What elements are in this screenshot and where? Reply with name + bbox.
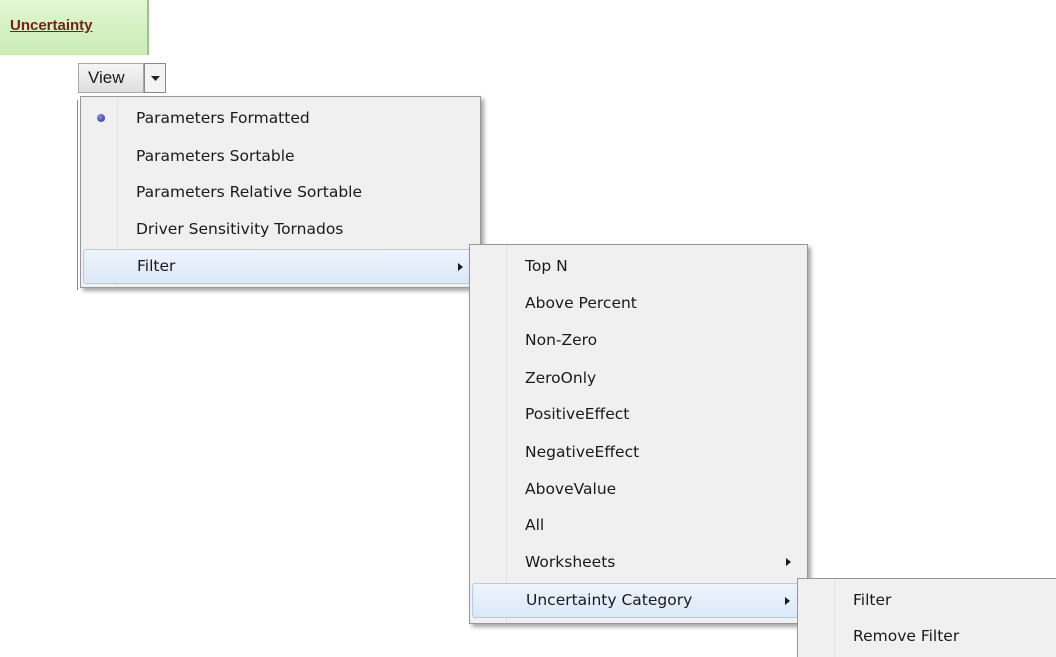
- menu-item-parameters-formatted[interactable]: Parameters Formatted: [83, 101, 478, 136]
- radio-selected-icon: [97, 114, 105, 122]
- menu-item-all[interactable]: All: [472, 508, 805, 543]
- filter-submenu: Top N Above Percent Non-Zero ZeroOnly Po…: [469, 244, 808, 624]
- menu-item-category-filter[interactable]: Filter: [800, 583, 1054, 618]
- menu-item-label: Filter: [853, 591, 892, 609]
- menu-item-label: Remove Filter: [853, 627, 960, 645]
- submenu-arrow-icon: [786, 558, 791, 566]
- menu-item-parameters-relative-sortable[interactable]: Parameters Relative Sortable: [83, 175, 478, 210]
- view-dropdown-toggle[interactable]: [144, 63, 166, 93]
- uncertainty-cell: Uncertainty: [0, 0, 149, 55]
- menu-item-uncertainty-category[interactable]: Uncertainty Category: [472, 583, 805, 618]
- menu-item-zero-only[interactable]: ZeroOnly: [472, 361, 805, 396]
- menu-item-label: Parameters Relative Sortable: [136, 183, 363, 201]
- menu-item-top-n[interactable]: Top N: [472, 249, 805, 284]
- uncertainty-link[interactable]: Uncertainty: [10, 17, 93, 34]
- menu-item-label: Above Percent: [525, 294, 637, 312]
- menu-item-above-value[interactable]: AboveValue: [472, 472, 805, 507]
- menu-item-label: Driver Sensitivity Tornados: [136, 220, 344, 238]
- menu-item-above-percent[interactable]: Above Percent: [472, 286, 805, 321]
- menu-item-label: Top N: [525, 257, 568, 275]
- menu-item-label: Parameters Sortable: [136, 147, 295, 165]
- menu-item-remove-filter[interactable]: Remove Filter: [800, 619, 1054, 654]
- menu-item-label: PositiveEffect: [525, 405, 630, 423]
- menu-item-label: All: [525, 516, 545, 534]
- menu-item-label: Non-Zero: [525, 331, 598, 349]
- menu-item-label: ZeroOnly: [525, 369, 597, 387]
- menu-item-driver-sensitivity-tornados[interactable]: Driver Sensitivity Tornados: [83, 212, 478, 247]
- view-menu: Parameters Formatted Parameters Sortable…: [80, 96, 481, 288]
- menu-item-label: Filter: [137, 257, 176, 275]
- menu-item-label: NegativeEffect: [525, 443, 640, 461]
- menu-item-label: Uncertainty Category: [526, 591, 693, 609]
- menu-item-label: AboveValue: [525, 480, 617, 498]
- menu-item-negative-effect[interactable]: NegativeEffect: [472, 435, 805, 470]
- menu-item-parameters-sortable[interactable]: Parameters Sortable: [83, 139, 478, 174]
- menu-item-positive-effect[interactable]: PositiveEffect: [472, 397, 805, 432]
- chevron-down-icon: [151, 76, 160, 81]
- menu-item-label: Parameters Formatted: [136, 109, 310, 127]
- submenu-arrow-icon: [785, 597, 790, 605]
- menu-item-filter[interactable]: Filter: [83, 249, 478, 284]
- menu-item-non-zero[interactable]: Non-Zero: [472, 323, 805, 358]
- category-submenu: Filter Remove Filter: [797, 578, 1056, 657]
- grid-line: [77, 100, 78, 290]
- menu-item-worksheets[interactable]: Worksheets: [472, 545, 805, 580]
- menu-item-label: Worksheets: [525, 553, 616, 571]
- submenu-arrow-icon: [458, 263, 463, 271]
- view-button[interactable]: View: [78, 63, 144, 93]
